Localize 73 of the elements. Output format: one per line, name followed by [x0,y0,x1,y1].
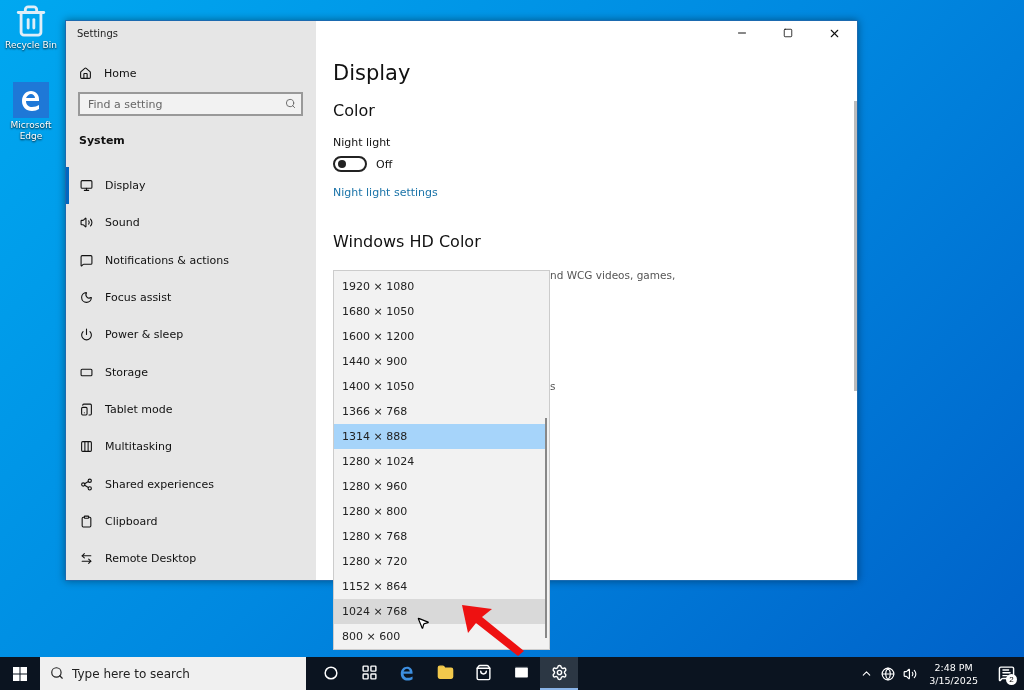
home-nav-item[interactable]: Home [79,67,316,80]
sidebar-item[interactable]: Storage [66,353,316,391]
clipboard-icon [80,514,93,528]
section-heading: System [79,134,126,147]
settings-icon [550,664,568,681]
sidebar-item[interactable]: Multitasking [66,428,316,466]
desktop-icon-label: Microsoft Edge [9,120,53,142]
section-heading: Windows HD Color [333,232,482,251]
dropdown-option[interactable]: 1024 × 768 [334,599,545,624]
scrollbar[interactable] [545,418,547,638]
globe-icon[interactable] [881,666,896,681]
scrollbar[interactable] [854,101,857,391]
dropdown-option[interactable]: 1920 × 1080 [334,274,545,299]
page-title: Display [333,61,412,85]
home-icon [79,67,92,80]
speaker-icon [80,216,93,230]
speech-bubble-icon [80,253,93,267]
sidebar-item[interactable]: Sound [66,204,316,242]
description-text: nd WCG videos, games, [550,269,677,281]
sidebar-item[interactable]: Remote Desktop [66,539,316,578]
description-text: s [550,380,557,392]
dropdown-option[interactable]: 1314 × 888 [334,424,545,449]
monitor-icon [80,179,93,193]
circle-icon [324,665,338,680]
taskbar-search-field[interactable]: Type here to search [40,657,306,690]
windows-logo-icon [13,666,27,681]
sidebar-item[interactable]: Notifications & actions [66,241,316,279]
sidebar-item[interactable]: Tablet mode [66,390,316,429]
columns-icon [80,440,93,454]
sidebar-item[interactable]: Focus assist [66,278,316,317]
sidebar-item[interactable]: Power & sleep [66,316,316,354]
sidebar-item[interactable]: Clipboard [66,502,316,540]
envelope-icon [512,664,530,681]
dropdown-option[interactable]: 1440 × 900 [334,349,545,374]
setting-label: Night light [333,136,392,149]
dropdown-option[interactable]: 1280 × 720 [334,549,545,574]
tablet-icon [80,402,93,416]
window-title: Settings [77,28,119,39]
dropdown-option[interactable]: 1152 × 864 [334,574,545,599]
search-icon [285,98,296,109]
dropdown-option[interactable]: 1600 × 1200 [334,324,545,349]
share-icon [80,477,93,491]
arrows-icon [80,552,93,566]
mouse-pointer-icon [416,616,430,630]
folder-icon [436,664,454,681]
task-view-icon [360,664,378,681]
dropdown-option[interactable]: 800 × 600 [334,624,545,649]
notifications-button[interactable]: 2 [988,657,1024,690]
maximize-icon [783,28,793,38]
toggle-state-text: Off [376,157,393,171]
clock[interactable]: 2:48 PM 3/15/2025 [929,660,978,687]
desktop-icon-label: Recycle Bin [5,40,57,51]
toggle-switch[interactable] [333,156,367,172]
shopping-bag-icon [474,664,492,681]
dropdown-option[interactable]: 1280 × 800 [334,499,545,524]
moon-icon [80,291,93,305]
sidebar-item[interactable]: Shared experiences [66,465,316,503]
dropdown-option[interactable]: 1680 × 1050 [334,299,545,324]
speaker-icon[interactable] [903,666,918,681]
dropdown-option[interactable]: 1280 × 960 [334,474,545,499]
notification-icon [997,665,1015,682]
edge-icon[interactable] [13,82,49,118]
dropdown-option[interactable]: 1280 × 1024 [334,449,545,474]
taskbar-app-button[interactable] [540,657,578,690]
power-icon [80,328,93,342]
search-icon [50,666,64,680]
settings-link[interactable]: Night light settings [333,186,857,199]
dropdown-option[interactable]: 1280 × 768 [334,524,545,549]
dropdown-option[interactable]: 1400 × 1050 [334,374,545,399]
dropdown-option[interactable]: 1366 × 768 [334,399,545,424]
arrow-drawing [460,603,526,657]
search-field[interactable]: Find a setting [78,92,303,116]
section-heading: Color [333,101,376,120]
